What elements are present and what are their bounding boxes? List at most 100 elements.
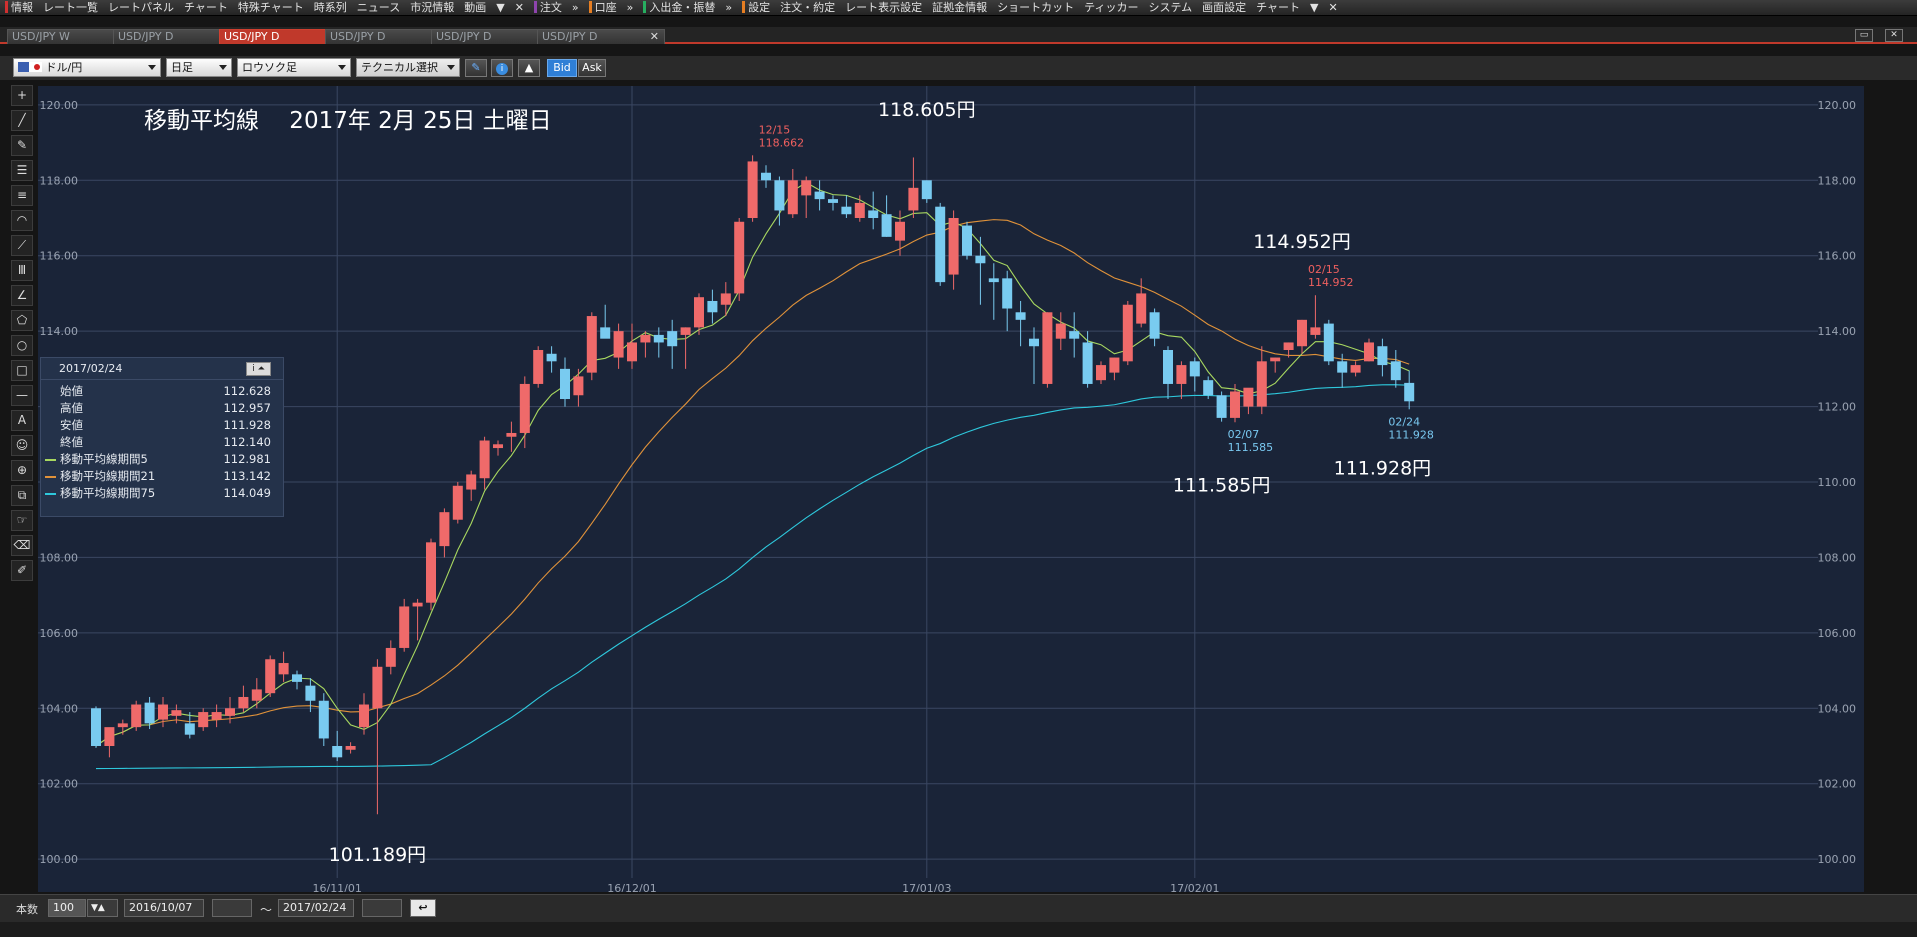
drawing-tool-icon[interactable]: ⊕	[11, 460, 33, 481]
menu-item[interactable]: 注文・約定	[775, 0, 840, 15]
from-date-input[interactable]: 2016/10/07	[124, 899, 204, 917]
line-swatch-icon	[45, 493, 56, 495]
mountain-chart-button[interactable]: ▲	[518, 59, 540, 77]
menu-item[interactable]: 注文	[529, 0, 567, 15]
tab-usd-jpy[interactable]: USD/JPY D ✕	[537, 29, 665, 44]
technical-label: テクニカル選択	[361, 61, 438, 74]
candle-body	[1002, 278, 1013, 309]
drawing-tool-icon[interactable]: □	[11, 360, 33, 381]
menu-item[interactable]: チャート	[179, 0, 233, 15]
candle-body	[385, 647, 396, 667]
y-tick-label-right: 102.00	[1818, 778, 1857, 791]
menu-item[interactable]: 動画	[459, 0, 491, 15]
ma5-line	[95, 181, 1410, 747]
info-label: 移動平均線期間21	[60, 469, 156, 483]
candlestick-chart: 100.00 100.00 102.00 102.00 104.00 104.00 106.…	[38, 86, 1857, 892]
candle-body	[345, 746, 356, 750]
restore-window-button[interactable]: ▭	[1855, 29, 1873, 42]
drawing-tool-icon[interactable]: ⌫	[11, 535, 33, 556]
menu-item[interactable]: ✕	[1324, 0, 1343, 15]
info-row: 高値 112.957	[41, 400, 283, 417]
drawing-tool-icon[interactable]: +	[11, 85, 33, 106]
drawing-tool-icon[interactable]: ☞	[11, 510, 33, 531]
drawing-tool-icon[interactable]: ✐	[11, 560, 33, 581]
menu-item[interactable]: レート表示設定	[840, 0, 927, 15]
menu-item[interactable]: ▼	[1305, 0, 1323, 15]
drawing-tool-icon[interactable]: ☺	[11, 435, 33, 456]
drawing-tool-icon[interactable]: ◠	[11, 210, 33, 231]
timeframe-select[interactable]: 日足	[166, 58, 232, 77]
count-label: 本数	[16, 903, 38, 916]
menu-item[interactable]: 時系列	[309, 0, 352, 15]
candle-body	[988, 278, 999, 283]
menu-item[interactable]: システム	[1143, 0, 1197, 15]
menu-item[interactable]: ▼	[491, 0, 509, 15]
chart-control-bar: ドル/円 日足 ロウソク足 テクニカル選択 ✎ i ▲ Bid Ask	[0, 56, 1917, 80]
count-stepper[interactable]: ▼▲	[87, 899, 118, 917]
menu-item[interactable]: レートパネル	[103, 0, 179, 15]
menu-item[interactable]: »	[720, 0, 737, 15]
menu-item[interactable]: 口座	[584, 0, 622, 15]
menu-item[interactable]: 設定	[737, 0, 775, 15]
menu-item[interactable]: »	[622, 0, 639, 15]
drawing-tool-icon[interactable]: ⧉	[11, 485, 33, 506]
menu-item[interactable]: 証拠金情報	[927, 0, 992, 15]
candle-body	[305, 685, 316, 701]
drawing-tool-icon[interactable]: —	[11, 385, 33, 406]
drawing-tool-icon[interactable]: ∠	[11, 285, 33, 306]
menu-item[interactable]: 情報	[0, 0, 38, 15]
chart-type-select[interactable]: ロウソク足	[237, 58, 351, 77]
menu-item[interactable]: チャート	[1251, 0, 1305, 15]
info-button[interactable]: i	[491, 59, 513, 77]
drawing-tool-icon[interactable]: ✎	[11, 135, 33, 156]
bid-button[interactable]: Bid	[547, 59, 577, 77]
candle-body	[828, 199, 838, 203]
drawing-tool-icon[interactable]: ⬠	[11, 310, 33, 331]
menu-item[interactable]: 市況情報	[405, 0, 459, 15]
from-time-input[interactable]	[212, 899, 252, 917]
menu-item[interactable]: 特殊チャート	[233, 0, 309, 15]
tab-label: USD/JPY D	[224, 30, 280, 43]
drawing-tool-icon[interactable]: ⟋	[11, 235, 33, 256]
candle-body	[774, 180, 785, 211]
to-time-input[interactable]	[362, 899, 402, 917]
candle-body	[426, 542, 436, 603]
drawing-tool-icon[interactable]: ╱	[11, 110, 33, 131]
ohlc-info-panel[interactable]: 2017/02/24 i ⏶ 始値 112.628 高値 112.957 安値 111.9…	[40, 357, 284, 517]
menu-item[interactable]: 画面設定	[1197, 0, 1251, 15]
refresh-button[interactable]: ↩	[410, 899, 436, 917]
currency-pair-select[interactable]: ドル/円	[13, 58, 161, 77]
candle-body	[586, 316, 597, 373]
count-input[interactable]: 100	[48, 899, 86, 917]
candle-body	[1337, 361, 1348, 373]
close-tab-icon[interactable]: ✕	[650, 30, 659, 43]
info-value: 112.957	[223, 401, 271, 415]
technical-select[interactable]: テクニカル選択	[356, 58, 460, 77]
candle-body	[801, 180, 812, 196]
menu-item[interactable]: ニュース	[352, 0, 405, 15]
menu-item[interactable]: レート一覧	[38, 0, 103, 15]
drawing-tool-icon[interactable]: Ⅲ	[11, 260, 33, 281]
chevron-down-icon	[148, 65, 156, 70]
candle-body	[131, 704, 142, 728]
info-label: 移動平均線期間75	[60, 486, 156, 500]
chart-tab-bar: USD/JPY W✕USD/JPY D✕USD/JPY D✕USD/JPY D✕…	[0, 27, 1917, 44]
ask-button[interactable]: Ask	[578, 59, 606, 77]
menu-item[interactable]: »	[567, 0, 584, 15]
candle-body	[841, 206, 852, 215]
to-date-input[interactable]: 2017/02/24	[278, 899, 354, 917]
candle-body	[1270, 357, 1281, 362]
price-annotation: 111.928円	[1334, 457, 1432, 479]
drawing-tool-icon[interactable]: ≡	[11, 185, 33, 206]
menu-item[interactable]: 入出金・振替	[638, 0, 720, 15]
info-panel-toggle-button[interactable]: i ⏶	[246, 362, 271, 376]
close-window-button[interactable]: ✕	[1885, 29, 1903, 42]
menu-item[interactable]: ティッカー	[1079, 0, 1143, 15]
drawing-tool-icon[interactable]: ☰	[11, 160, 33, 181]
menu-item[interactable]: ✕	[510, 0, 529, 15]
drawing-tool-icon[interactable]: A	[11, 410, 33, 431]
pen-tool-button[interactable]: ✎	[465, 59, 487, 77]
info-icon: i	[496, 63, 508, 75]
drawing-tool-icon[interactable]: ○	[11, 335, 33, 356]
menu-item[interactable]: ショートカット	[992, 0, 1079, 15]
